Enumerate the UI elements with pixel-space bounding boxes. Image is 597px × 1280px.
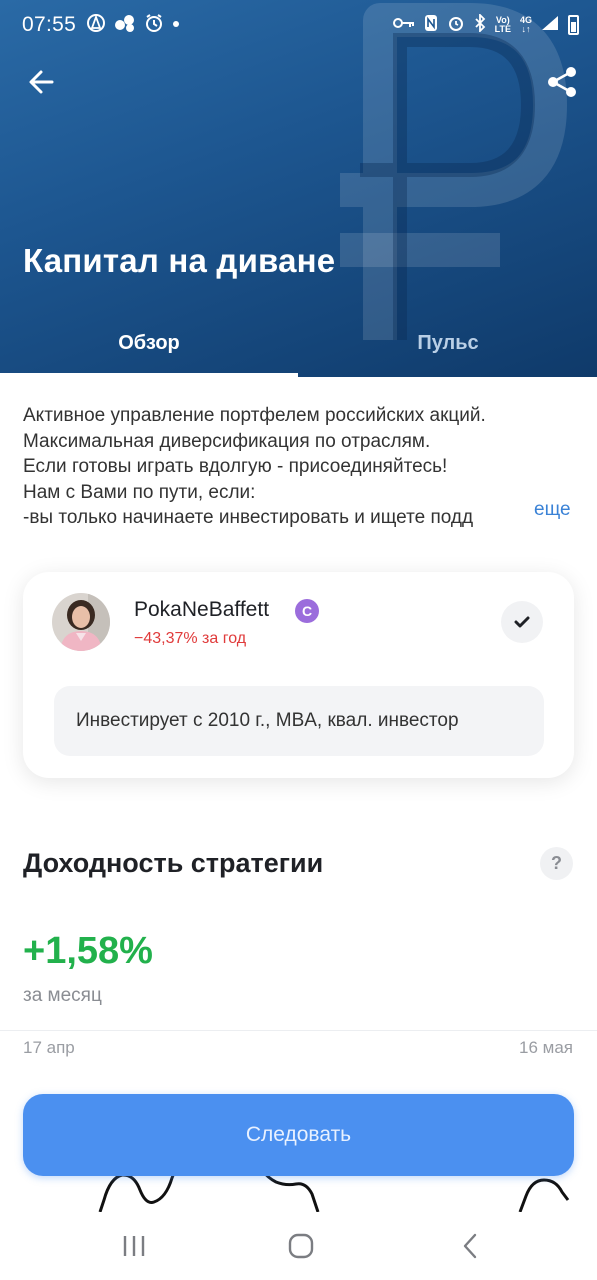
yield-period: за месяц [23,985,102,1006]
share-icon [548,67,576,97]
status-left-icons [86,13,180,38]
home-icon [288,1233,314,1259]
text-fade [483,505,523,531]
arrow-left-icon [29,70,54,94]
checkmark-icon [514,616,530,628]
subscribed-button[interactable] [501,601,543,643]
description-line-truncated: -вы только начинаете инвестировать и ище… [23,505,523,531]
volte-icon: Vo) LTE [494,15,511,34]
follow-button[interactable]: Следовать [23,1094,574,1176]
author-card[interactable]: PokaNeBaffett C −43,37% за год Инвестиру… [23,572,574,778]
strategy-header: 07:55 Vo) LTE 4G ↓↑ Капитал на диване Об… [0,0,597,377]
status-bar: 07:55 Vo) LTE 4G ↓↑ [0,0,597,50]
share-button[interactable] [544,64,580,100]
recent-apps-button[interactable] [122,1234,146,1258]
description-line: Активное управление портфелем российских… [23,405,486,426]
author-bio: Инвестирует с 2010 г., MBA, квал. инвест… [54,686,544,756]
apps-icon [114,13,136,38]
ruble-background-icon [340,3,567,340]
battery-icon [568,15,579,35]
tab-bar: Обзор Пульс [0,322,597,377]
status-time: 07:55 [22,13,77,36]
dot-icon [172,13,180,38]
description-line: Максимальная диверсификация по отраслям. [23,430,431,452]
status-right-icons: Vo) LTE 4G ↓↑ [392,12,579,36]
alarm-icon [144,13,164,38]
active-tab-indicator [0,373,298,377]
4g-icon: 4G ↓↑ [519,15,532,34]
vpn-icon [86,13,106,38]
page-title: Капитал на диване [23,242,336,279]
system-back-button[interactable] [460,1232,480,1260]
description-line: -вы только начинаете инвестировать и ище… [23,507,474,528]
divider [0,1030,597,1031]
back-icon [463,1233,477,1259]
back-button[interactable] [24,64,60,100]
section-title-yield: Доходность стратегии [23,848,324,878]
system-nav-bar [0,1212,597,1280]
recent-apps-icon [123,1236,145,1256]
nfc-icon [424,14,438,36]
description-line: Нам с Вами по пути, если: [23,481,256,503]
author-yield: −43,37% за год [134,630,247,647]
avatar[interactable] [52,593,110,651]
tab-pulse[interactable]: Пульс [299,322,597,377]
chart-date-end: 16 мая [519,1038,573,1057]
key-icon [392,16,415,34]
signal-icon [541,15,559,35]
author-badge-icon: C [295,599,319,623]
description-line: Если готовы играть вдолгую - присоединяй… [23,456,448,477]
yield-value: +1,58% [23,930,153,972]
help-button[interactable]: ? [540,847,573,880]
author-name[interactable]: PokaNeBaffett [134,598,269,622]
alarm-icon [447,14,465,36]
author-photo [52,593,110,651]
bluetooth-icon [474,12,486,36]
home-button[interactable] [287,1232,315,1260]
show-more-link[interactable]: еще [534,499,571,521]
tab-overview[interactable]: Обзор [0,322,298,377]
strategy-description: Активное управление портфелем российских… [23,403,583,531]
chart-date-start: 17 апр [23,1038,75,1057]
